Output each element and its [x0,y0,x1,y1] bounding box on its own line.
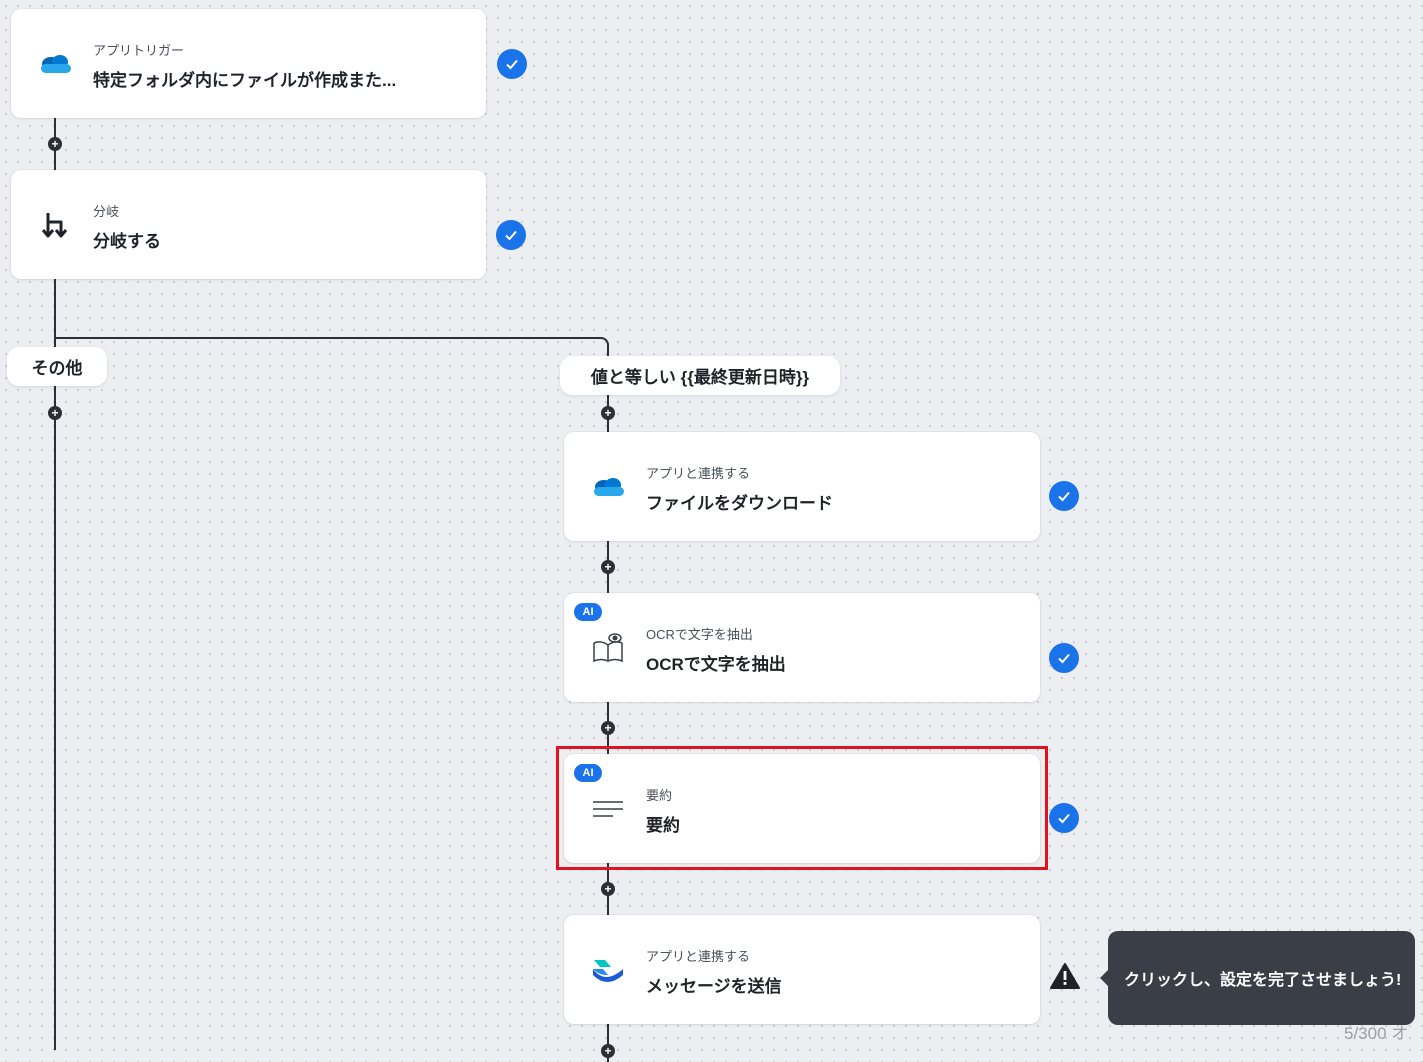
add-step-button[interactable]: + [48,406,62,420]
step-title: 分岐する [93,232,161,251]
chatwork-icon [590,952,626,988]
step-title: メッセージを送信 [646,977,782,996]
add-step-button[interactable]: + [601,560,615,574]
step-category: アプリと連携する [646,466,751,481]
add-step-button[interactable]: + [601,882,615,896]
highlight-box [556,746,1048,870]
add-step-button[interactable]: + [48,137,62,151]
add-step-button[interactable]: + [601,406,615,420]
branch-connector [55,337,601,339]
setup-tooltip: クリックし、設定を完了させましょう! [1108,931,1415,1025]
ai-badge: AI [574,603,602,621]
message-step-card[interactable]: アプリと連携する メッセージを送信 [564,915,1040,1024]
check-icon [1049,803,1079,833]
step-title: ファイルをダウンロード [646,494,833,513]
check-icon [497,49,527,79]
task-quota-counter: 5/300 オ [1344,1024,1409,1043]
check-icon [1049,643,1079,673]
tooltip-text: クリックし、設定を完了させましょう! [1124,972,1402,989]
branch-label-condition[interactable]: 値と等しい {{最終更新日時}} [560,356,840,395]
step-title: 特定フォルダ内にファイルが作成また... [93,71,397,90]
add-step-button[interactable]: + [601,1044,615,1058]
step-category: OCRで文字を抽出 [646,627,753,642]
download-step-card[interactable]: アプリと連携する ファイルをダウンロード [564,432,1040,541]
onedrive-icon [590,469,626,505]
branch-step-card[interactable]: 分岐 分岐する [11,170,486,279]
book-eye-icon [590,630,626,666]
branch-icon [37,207,73,243]
onedrive-icon [37,46,73,82]
warning-icon [1049,962,1081,995]
ocr-step-card[interactable]: AI OCRで文字を抽出 OCRで文字を抽出 [564,593,1040,702]
step-title: OCRで文字を抽出 [646,655,786,674]
branch-label-other[interactable]: その他 [7,347,107,386]
step-category: アプリと連携する [646,949,751,964]
step-category: アプリトリガー [93,43,185,58]
add-step-button[interactable]: + [601,721,615,735]
trigger-step-card[interactable]: アプリトリガー 特定フォルダ内にファイルが作成また... [11,9,486,118]
check-icon [1049,481,1079,511]
step-category: 分岐 [93,204,120,219]
check-icon [496,220,526,250]
